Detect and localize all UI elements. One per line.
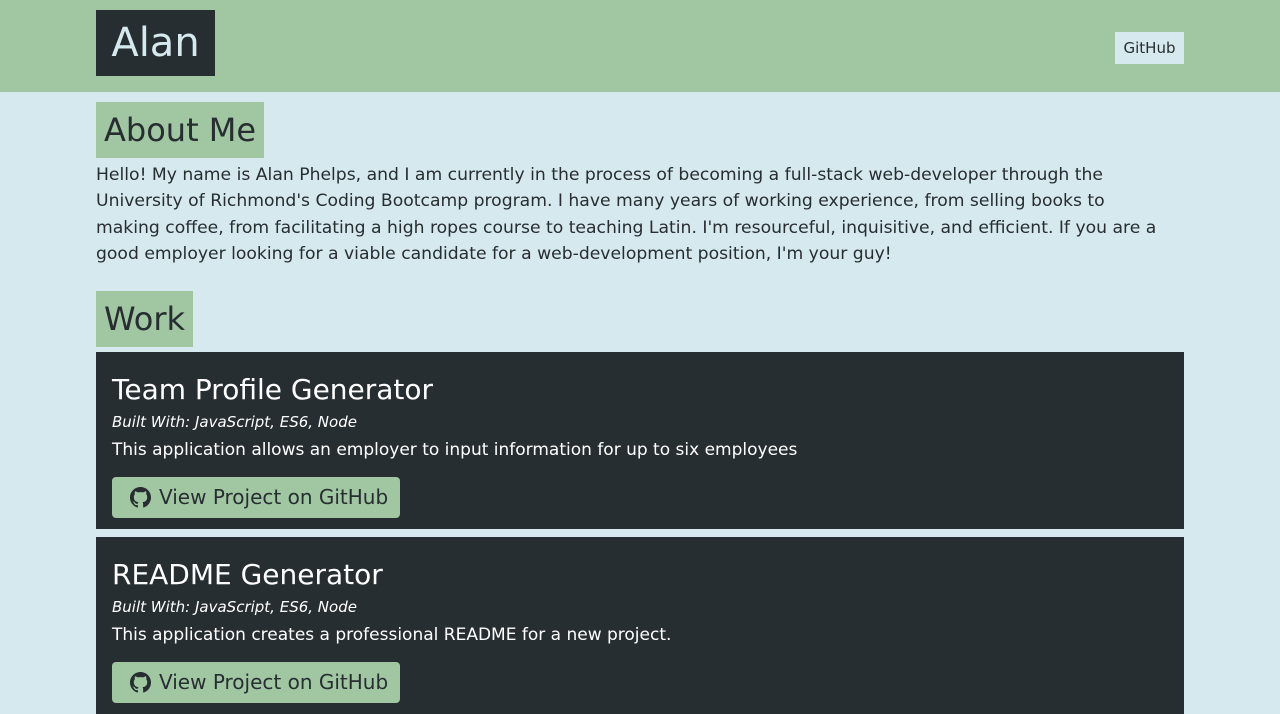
github-icon [130,487,151,508]
navbar: Alan GitHub [0,0,1280,92]
nav-github-link[interactable]: GitHub [1115,32,1184,64]
project-title: Team Profile Generator [112,373,434,406]
view-project-button-label: View Project on GitHub [159,485,389,509]
project-card: Team Profile Generator Built With: JavaS… [96,352,1184,529]
project-description: This application allows an employer to i… [112,440,798,460]
project-title: README Generator [112,558,383,591]
work-heading: Work [96,291,194,347]
brand-logo[interactable]: Alan [96,10,215,76]
view-project-button[interactable]: View Project on GitHub [112,477,400,518]
about-text: Hello! My name is Alan Phelps, and I am … [96,165,1157,265]
project-card: README Generator Built With: JavaScript,… [96,537,1184,714]
project-built-with: Built With: JavaScript, ES6, Node [112,598,357,616]
project-built-with: Built With: JavaScript, ES6, Node [112,413,357,431]
about-heading: About Me [96,102,265,158]
project-description: This application creates a professional … [112,625,672,645]
